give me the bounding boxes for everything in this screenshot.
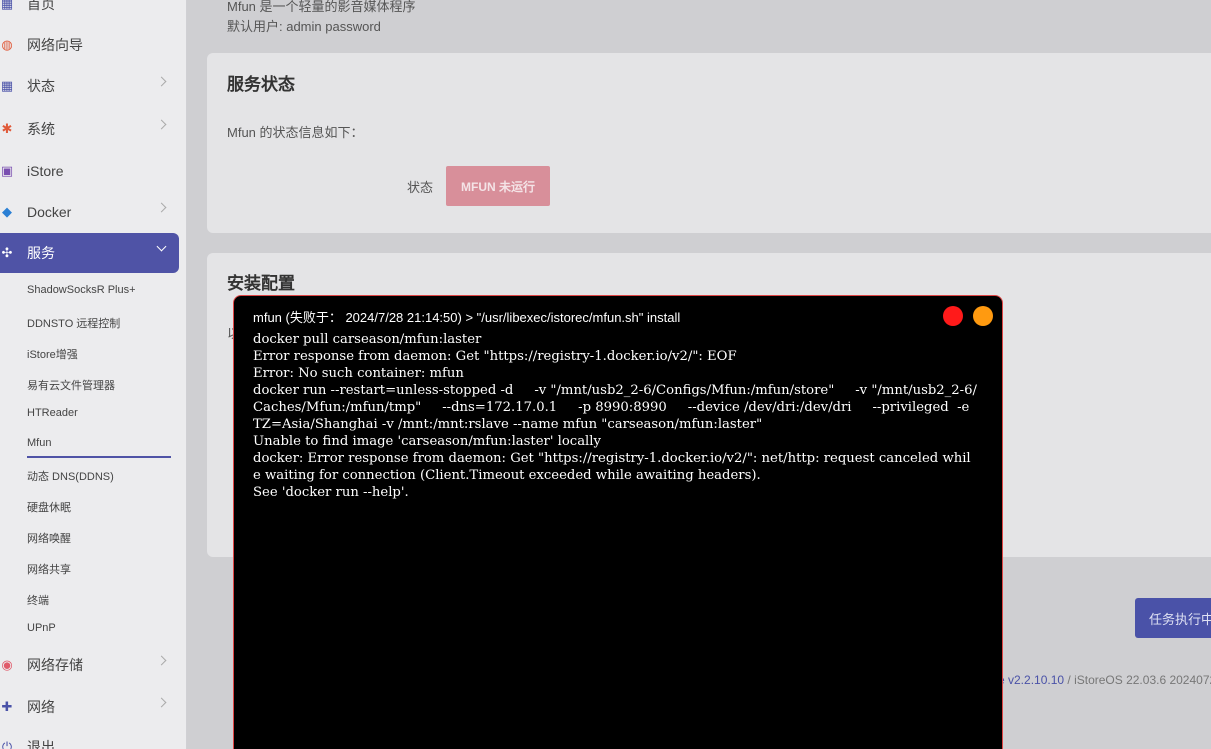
footer-version-link[interactable]: e v2.2.10.10	[998, 673, 1064, 687]
sidebar-subitem-htreader[interactable]: HTReader	[27, 407, 78, 419]
sidebar-item-label: 网络	[27, 699, 55, 715]
sidebar-item-label: iStore	[27, 163, 64, 179]
sidebar-subitem-shadowsocksr[interactable]: ShadowSocksR Plus+	[27, 284, 136, 296]
sidebar-subitem-terminal[interactable]: 终端	[27, 592, 49, 608]
dialog-title: mfun (失败于： 2024/7/28 21:14:50) > "/usr/l…	[253, 310, 681, 325]
home-icon: ▦	[0, 0, 14, 11]
chevron-right-icon	[156, 76, 167, 87]
sidebar-item-logout[interactable]: ⏻ 退出	[0, 727, 179, 749]
services-icon: ✣	[1, 245, 13, 260]
sidebar-item-label: 系统	[27, 121, 55, 137]
task-running-button[interactable]: 任务执行中	[1135, 598, 1211, 638]
store-icon: ▣	[0, 163, 14, 178]
sidebar-item-label: 首页	[27, 0, 55, 12]
sidebar-item-docker[interactable]: ◆ Docker	[0, 192, 179, 232]
chevron-right-icon	[156, 202, 167, 213]
logout-icon: ⏻	[1, 739, 13, 749]
docker-icon: ◆	[2, 204, 12, 219]
status-label: 状态	[407, 180, 434, 195]
close-button[interactable]	[943, 306, 963, 326]
status-intro: Mfun 的状态信息如下：	[227, 125, 364, 140]
sidebar-item-label: Docker	[27, 204, 72, 220]
install-config-title: 安装配置	[227, 274, 295, 293]
task-log-dialog: mfun (失败于： 2024/7/28 21:14:50) > "/usr/l…	[233, 295, 1003, 749]
chevron-right-icon	[156, 697, 167, 708]
sidebar-item-services[interactable]: ✣ 服务	[0, 233, 179, 273]
globe-icon: ◍	[1, 37, 13, 52]
sidebar-subitem-ddns[interactable]: 动态 DNS(DDNS)	[27, 468, 114, 484]
sidebar-item-home[interactable]: ▦ 首页	[0, 0, 179, 24]
sidebar-item-istore[interactable]: ▣ iStore	[0, 151, 179, 191]
sidebar-subitem-network-share[interactable]: 网络共享	[27, 561, 71, 577]
sidebar-item-system[interactable]: ✱ 系统	[0, 109, 179, 149]
sidebar-item-label: 状态	[27, 78, 55, 94]
minimize-button[interactable]	[973, 306, 993, 326]
gear-icon: ✱	[1, 121, 13, 136]
service-status-title: 服务状态	[227, 75, 295, 94]
sidebar-item-network-wizard[interactable]: ◍ 网络向导	[0, 25, 179, 65]
sidebar-item-network[interactable]: ✚ 网络	[0, 687, 179, 727]
storage-icon: ◉	[1, 657, 13, 672]
sidebar-subitem-disk-sleep[interactable]: 硬盘休眠	[27, 499, 71, 515]
service-status-card: 服务状态	[207, 53, 1211, 233]
sidebar-subitem-istore-enhance[interactable]: iStore增强	[27, 346, 78, 362]
footer-version: e v2.2.10.10 / iStoreOS 22.03.6 2024072	[998, 673, 1211, 687]
network-icon: ✚	[1, 699, 13, 714]
sidebar-item-storage[interactable]: ◉ 网络存储	[0, 645, 179, 685]
sidebar-subitem-wol[interactable]: 网络唤醒	[27, 530, 71, 546]
sidebar-subitem-upnp[interactable]: UPnP	[27, 622, 56, 634]
sidebar-item-label: 网络向导	[27, 37, 83, 53]
terminal-log: docker pull carseason/mfun:laster Error …	[253, 332, 977, 500]
sidebar-item-status[interactable]: ▦ 状态	[0, 66, 179, 106]
status-badge: MFUN 未运行	[446, 166, 550, 206]
sidebar-subitem-ddnsto[interactable]: DDNSTO 远程控制	[27, 315, 120, 331]
sidebar-subitem-linkease[interactable]: 易有云文件管理器	[27, 377, 115, 393]
app-description: Mfun 是一个轻量的影音媒体程序	[227, 0, 416, 14]
sidebar-item-label: 服务	[27, 245, 55, 261]
chevron-right-icon	[156, 655, 167, 666]
sidebar-subitem-mfun[interactable]: Mfun	[27, 437, 171, 458]
chevron-down-icon	[156, 241, 167, 252]
footer-os-version: / iStoreOS 22.03.6 2024072	[1064, 673, 1211, 687]
sidebar-item-label: 退出	[27, 739, 55, 749]
grid-icon: ▦	[0, 78, 14, 93]
chevron-right-icon	[156, 119, 167, 130]
default-user-info: 默认用户: admin password	[227, 19, 381, 34]
sidebar: ▦ 首页 ◍ 网络向导 ▦ 状态 ✱ 系统 ▣ iStore ◆ Docker …	[0, 0, 187, 749]
sidebar-item-label: 网络存储	[27, 657, 83, 673]
